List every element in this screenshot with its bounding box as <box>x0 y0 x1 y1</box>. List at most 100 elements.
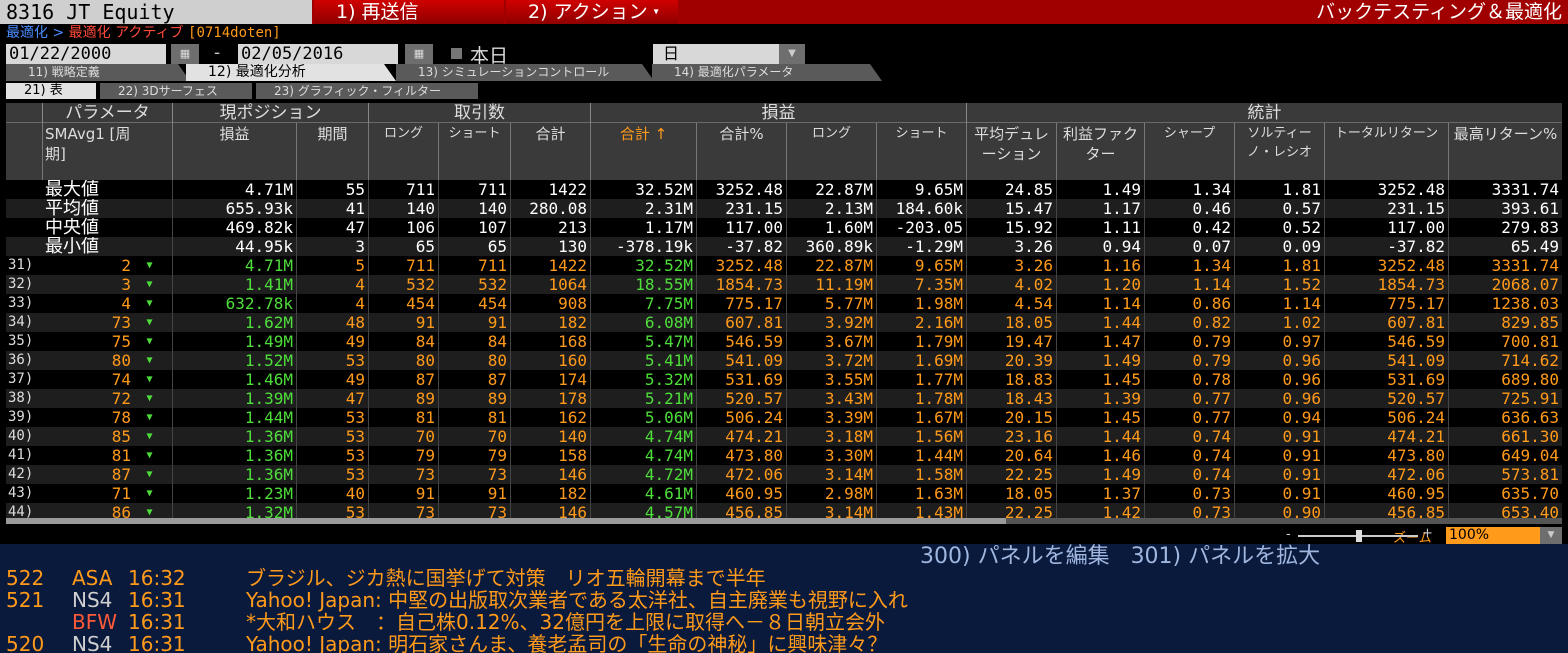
col-header-period[interactable]: 期間 <box>296 123 368 180</box>
row-index[interactable]: 35) <box>8 332 40 351</box>
edit-panel-button[interactable]: 300) パネルを編集 <box>920 544 1110 569</box>
cell-long: 140 <box>368 199 438 218</box>
summary-row[interactable]: 最大値 4.71M 55 711 711 1422 32.52M 3252.48 22.87M 9… <box>6 180 1562 199</box>
col-header-total[interactable]: 合計 <box>510 123 590 180</box>
row-index[interactable]: 42) <box>8 465 40 484</box>
triangle-down-icon: ▼ <box>146 412 153 423</box>
summary-row[interactable]: 最小値 44.95k 3 65 65 130 -378.19k -37.82 360.89k -1… <box>6 237 1562 256</box>
cell-short: 532 <box>438 275 510 294</box>
cell-sortino: 1.14 <box>1234 294 1324 313</box>
row-index[interactable]: 43) <box>8 484 40 503</box>
table-row[interactable]: 41) 81 ▼ 1.36M 53 79 79 158 4.74M 473.80 3.30M 1.44… <box>6 446 1562 465</box>
cell-pl-total: 4.61M <box>590 484 696 503</box>
table-row[interactable]: 33) 4 ▼ 632.78k 4 454 454 908 7.75M 775.17 5.77M 1.… <box>6 294 1562 313</box>
zoom-plus-icon[interactable]: + <box>1422 526 1433 541</box>
scrollbar-thumb[interactable] <box>6 518 1006 524</box>
col-header-sharpe[interactable]: シャープ <box>1144 123 1234 180</box>
horizontal-scrollbar[interactable] <box>6 518 1562 524</box>
table-row[interactable]: 37) 74 ▼ 1.46M 49 87 87 174 5.32M 531.69 3.55M 1.77… <box>6 370 1562 389</box>
dropdown-arrow-icon[interactable]: ▼ <box>779 44 805 64</box>
summary-row[interactable]: 平均値 655.93k 41 140 140 280.08 2.31M 231.15 2.13M… <box>6 199 1562 218</box>
row-index[interactable]: 31) <box>8 256 40 275</box>
end-date-field[interactable]: 02/05/2016 <box>238 44 398 64</box>
cell-pnl: 1.41M <box>172 275 296 294</box>
dropdown-arrow-icon[interactable]: ▼ <box>1540 527 1562 544</box>
cell-pl-long: 3.39M <box>786 408 876 427</box>
start-date-field[interactable]: 01/22/2000 <box>6 44 166 64</box>
col-header-pnl[interactable]: 損益 <box>172 123 296 180</box>
table-row[interactable]: 40) 85 ▼ 1.36M 53 70 70 140 4.74M 474.21 3.18M 1.56… <box>6 427 1562 446</box>
news-number: 520 <box>6 632 45 653</box>
col-header-pl-total[interactable]: 合計 ↑ <box>590 123 696 180</box>
table-row[interactable]: 43) 71 ▼ 1.23M 40 91 91 182 4.61M 460.95 2.98M 1.63… <box>6 484 1562 503</box>
tab-optimization-analysis[interactable]: 12) 最適化分析 <box>186 64 396 81</box>
tab-strategy-definition[interactable]: 11) 戦略定義 <box>6 64 190 81</box>
col-header-pl-pct[interactable]: 合計% <box>696 123 786 180</box>
table-row[interactable]: 36) 80 ▼ 1.52M 53 80 80 160 5.41M 541.09 3.72M 1.69… <box>6 351 1562 370</box>
row-index[interactable]: 36) <box>8 351 40 370</box>
cell-pl-total: 32.52M <box>590 256 696 275</box>
row-index[interactable]: 32) <box>8 275 40 294</box>
news-item[interactable]: 521 NS4 16:31 Yahoo! Japan: 中堅の出版取次業者である太洋社… <box>6 589 908 611</box>
action-button[interactable]: 2) アクション ▾ <box>506 0 678 24</box>
col-header-total-return[interactable]: トータルリターン <box>1324 123 1448 180</box>
ticker-label[interactable]: 8316 JT Equity <box>0 0 312 24</box>
cell-sharpe: 0.79 <box>1144 351 1234 370</box>
news-item[interactable]: BFW 16:31 *大和ハウス ：自己株0.12%、32億円を上限に取得へ－８日朝… <box>6 611 885 633</box>
col-header-long[interactable]: ロング <box>368 123 438 180</box>
date-range-dash: - <box>214 43 221 63</box>
breadcrumb-optimize[interactable]: 最適化 <box>6 25 48 41</box>
table-row[interactable]: 32) 3 ▼ 1.41M 4 532 532 1064 18.55M 1854.73 11.19M… <box>6 275 1562 294</box>
cell-tr: 531.69 <box>1324 370 1448 389</box>
col-header-pl-long[interactable]: ロング <box>786 123 876 180</box>
news-item[interactable]: 522 ASA 16:32 ブラジル、ジカ熱に国挙げて対策 リオ五輪開幕まで半年 <box>6 567 766 589</box>
summary-row[interactable]: 中央値 469.82k 47 106 107 213 1.17M 117.00 1.60M -20… <box>6 218 1562 237</box>
col-header-short[interactable]: ショート <box>438 123 510 180</box>
cell-pl-pct: 474.21 <box>696 427 786 446</box>
row-index[interactable]: 33) <box>8 294 40 313</box>
col-header-sortino[interactable]: ソルティーノ・レシオ <box>1234 123 1324 180</box>
table-row[interactable]: 42) 87 ▼ 1.36M 53 73 73 146 4.72M 472.06 3.14M 1.58… <box>6 465 1562 484</box>
table-row[interactable]: 35) 75 ▼ 1.49M 49 84 84 168 5.47M 546.59 3.67M 1.79… <box>6 332 1562 351</box>
table-row[interactable]: 31) 2 ▼ 4.71M 5 711 711 1422 32.52M 3252.48 22.87M… <box>6 256 1562 275</box>
col-header-profit-factor[interactable]: 利益ファクター <box>1056 123 1144 180</box>
row-index[interactable]: 41) <box>8 446 40 465</box>
col-header-smavg[interactable]: SMAvg1 [周期] <box>42 123 134 180</box>
cell-pl-short: 1.77M <box>876 370 966 389</box>
zoom-slider-handle[interactable] <box>1356 530 1362 542</box>
col-header-avg-duration[interactable]: 平均デュレーション <box>966 123 1056 180</box>
calendar-icon[interactable]: ▦ <box>171 44 199 64</box>
zoom-minus-icon[interactable]: - <box>1286 527 1291 542</box>
col-header-max-return[interactable]: 最高リターン% <box>1448 123 1562 180</box>
table-row[interactable]: 34) 73 ▼ 1.62M 48 91 91 182 6.08M 607.81 3.92M 2.16… <box>6 313 1562 332</box>
group-header-params: パラメータ <box>42 103 172 123</box>
cell-long: 80 <box>368 351 438 370</box>
resend-button[interactable]: 1) 再送信 <box>314 0 504 24</box>
table-row[interactable]: 44) 86 ▼ 1.32M 53 73 73 146 4.57M 456.85 3.14M 1.43… <box>6 503 1562 518</box>
cell-sharpe: 0.74 <box>1144 446 1234 465</box>
row-index[interactable]: 40) <box>8 427 40 446</box>
subtab-3d-surface[interactable]: 22) 3Dサーフェス <box>100 83 252 99</box>
cell-tr: 3252.48 <box>1324 256 1448 275</box>
tab-simulation-control[interactable]: 13) シミュレーションコントロール <box>396 64 654 81</box>
row-index[interactable]: 34) <box>8 313 40 332</box>
calendar-icon[interactable]: ▦ <box>405 44 433 64</box>
cell-short: 73 <box>438 465 510 484</box>
subtab-graphic-filter[interactable]: 23) グラフィック・フィルター <box>256 83 478 99</box>
today-checkbox[interactable] <box>451 48 462 59</box>
row-index[interactable]: 37) <box>8 370 40 389</box>
table-row[interactable]: 39) 78 ▼ 1.44M 53 81 81 162 5.06M 506.24 3.39M 1.67… <box>6 408 1562 427</box>
news-item[interactable]: 520 NS4 16:31 Yahoo! Japan: 明石家さんま、養老孟司の「生命… <box>6 633 887 653</box>
col-header-pl-short[interactable]: ショート <box>876 123 966 180</box>
row-index[interactable]: 39) <box>8 408 40 427</box>
tab-optimization-params[interactable]: 14) 最適化パラメータ <box>652 64 882 81</box>
expand-panel-button[interactable]: 301) パネルを拡大 <box>1131 544 1321 569</box>
row-index[interactable]: 44) <box>8 503 40 518</box>
zoom-select[interactable]: 100% <box>1446 527 1540 544</box>
cell-long: 81 <box>368 408 438 427</box>
cell-pl-total: 5.47M <box>590 332 696 351</box>
subtab-table[interactable]: 21) 表 <box>6 83 96 99</box>
row-index[interactable]: 38) <box>8 389 40 408</box>
cell-pl-long: 360.89k <box>786 237 876 256</box>
table-row[interactable]: 38) 72 ▼ 1.39M 47 89 89 178 5.21M 520.57 3.43M 1.78… <box>6 389 1562 408</box>
